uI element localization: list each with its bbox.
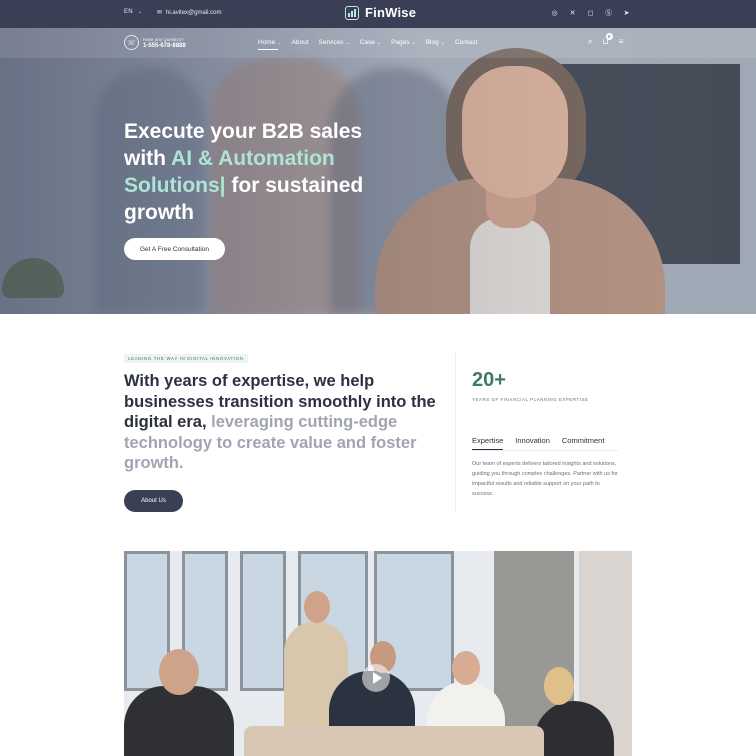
tab-content-text: Our team of experts delivers tailored in… <box>472 461 618 497</box>
section-divider <box>455 352 456 512</box>
main-navigation: ☏ Have any Question? 1-555-678-8888 Home… <box>0 28 756 58</box>
question-label: Have any Question? <box>143 36 184 42</box>
whatsapp-icon[interactable]: ◎ <box>550 8 559 17</box>
social-links: ◎ ✕ ◻ Ⓢ ➤ <box>550 8 631 17</box>
menu-list: Home ⌄ About Services ⌄ Case ⌄ Pages ⌄ Blog ⌄… <box>258 39 477 50</box>
skype-icon[interactable]: Ⓢ <box>604 8 613 17</box>
instagram-icon[interactable]: ◻ <box>586 8 595 17</box>
cart-icon[interactable]: ⊔ 0 <box>602 33 613 47</box>
nav-label: Case <box>359 39 375 46</box>
chevron-down-icon: ⌄ <box>440 39 445 46</box>
free-consultation-button[interactable]: Get A Free Consultation <box>124 238 225 260</box>
nav-label: About <box>291 39 309 46</box>
nav-label: Pages <box>391 39 410 46</box>
nav-label: Contact <box>454 39 478 46</box>
brand-name: FinWise <box>365 5 417 20</box>
cart-count-badge: 0 <box>605 33 613 40</box>
nav-item-services[interactable]: Services ⌄ <box>319 39 350 46</box>
phone-contact[interactable]: ☏ Have any Question? 1-555-678-8888 <box>124 35 186 50</box>
chevron-down-icon: ⌄ <box>376 39 382 46</box>
language-label: EN <box>124 9 133 15</box>
photo-person-head <box>452 651 480 685</box>
nav-actions: ⌕ ⊔ 0 ≡ <box>588 33 624 47</box>
phone-number: 1-555-678-8888 <box>143 42 186 49</box>
nav-label: Services <box>318 39 344 46</box>
section-tagline: LEADING THE WAY IN DIGITAL INNOVATION <box>124 354 248 363</box>
nav-item-contact[interactable]: Contact <box>455 39 477 46</box>
email-text: hi.avitex@gmail.com <box>166 9 222 16</box>
mail-icon: ✉ <box>157 10 163 16</box>
photo-person-head <box>304 591 330 623</box>
tab-expertise[interactable]: Expertise <box>472 436 504 450</box>
stat-label: YEARS OF FINANCIAL PLANNING EXPERTISE <box>472 397 589 402</box>
telegram-icon[interactable]: ➤ <box>622 8 631 17</box>
play-button[interactable] <box>362 664 390 692</box>
x-icon[interactable]: ✕ <box>568 8 577 17</box>
search-icon[interactable]: ⌕ <box>588 37 592 47</box>
about-heading: With years of expertise, we help busines… <box>124 371 444 474</box>
nav-item-about[interactable]: About <box>292 39 309 46</box>
nav-item-case[interactable]: Case ⌄ <box>360 39 381 46</box>
photo-person-head <box>159 649 199 695</box>
chevron-down-icon: ⌄ <box>345 39 350 46</box>
photo-window <box>240 551 286 691</box>
meeting-video-thumbnail[interactable] <box>124 551 632 756</box>
photo-person <box>124 686 234 756</box>
chevron-down-icon: ⌄ <box>137 9 143 15</box>
stat-number: 20+ <box>472 369 506 391</box>
photo-person-head <box>544 667 574 705</box>
top-bar: EN ⌄ ✉ hi.avitex@gmail.com FinWise ◎ ✕ ◻… <box>0 0 756 28</box>
tab-innovation[interactable]: Innovation <box>515 436 550 450</box>
about-us-button[interactable]: About Us <box>124 490 183 512</box>
nav-item-pages[interactable]: Pages ⌄ <box>391 39 416 46</box>
nav-label: Blog <box>425 39 439 46</box>
phone-icon: ☏ <box>124 35 139 50</box>
chevron-down-icon: ⌄ <box>277 39 282 46</box>
brand-logo-link[interactable]: FinWise <box>345 5 416 20</box>
nav-item-home[interactable]: Home ⌄ <box>258 39 282 50</box>
nav-item-blog[interactable]: Blog ⌄ <box>426 39 445 46</box>
photo-table <box>244 726 544 756</box>
play-icon <box>373 672 382 684</box>
hero-title: Execute your B2B sales with AI & Automat… <box>124 118 384 226</box>
chevron-down-icon: ⌄ <box>411 39 416 46</box>
nav-label: Home <box>258 39 276 46</box>
menu-icon[interactable]: ≡ <box>619 37 624 47</box>
email-link[interactable]: ✉ hi.avitex@gmail.com <box>157 9 222 17</box>
language-selector[interactable]: EN ⌄ <box>124 9 142 15</box>
tab-list: Expertise Innovation Commitment <box>472 436 604 450</box>
tab-commitment[interactable]: Commitment <box>562 436 605 450</box>
tab-underline-track <box>472 450 618 451</box>
hero-section: ☏ Have any Question? 1-555-678-8888 Home… <box>0 28 756 314</box>
chart-logo-icon <box>345 5 359 20</box>
